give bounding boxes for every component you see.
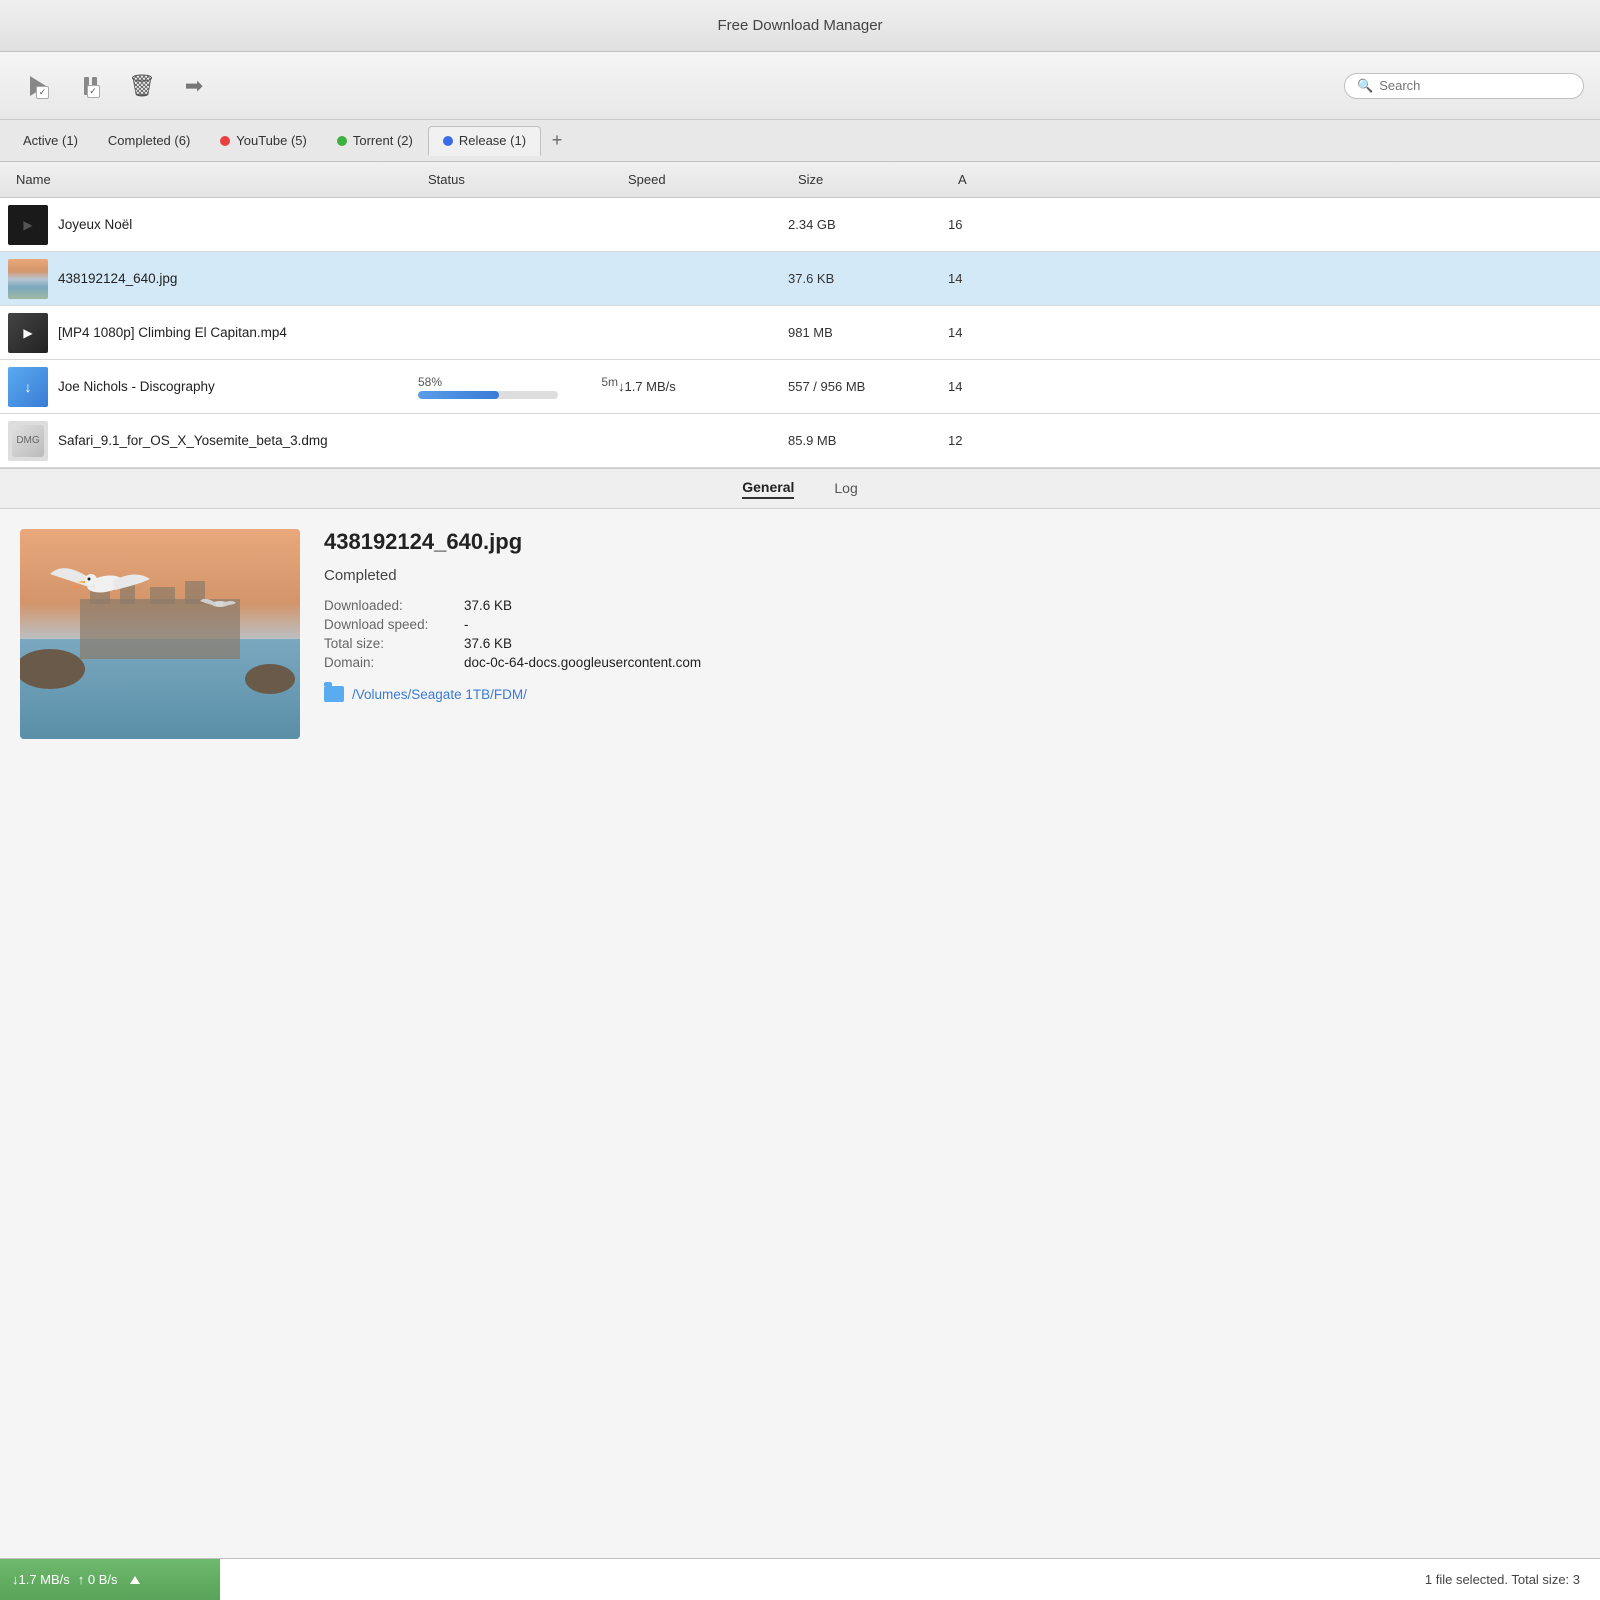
table-row[interactable]: ▶ Joyeux Noël 2.34 GB 16 (0, 198, 1600, 252)
trash-icon: 🗑 (128, 73, 156, 99)
row-thumbnail (8, 259, 48, 299)
tab-completed[interactable]: Completed (6) (93, 126, 205, 156)
seagull-image (20, 529, 300, 739)
detail-meta: Downloaded: 37.6 KB Download speed: - To… (324, 598, 1580, 670)
dmg-icon: DMG (12, 425, 44, 457)
pause-button[interactable]: ✓ (68, 64, 112, 108)
detail-status: Completed (324, 567, 1580, 584)
row-size: 2.34 GB (788, 217, 948, 232)
row-added: 12 (948, 433, 1028, 448)
domain-value: doc-0c-64-docs.googleusercontent.com (464, 655, 1580, 670)
torrent-dot (337, 136, 347, 146)
row-size: 37.6 KB (788, 271, 948, 286)
tab-active[interactable]: Active (1) (8, 126, 93, 156)
detail-content: 438192124_640.jpg Completed Downloaded: … (0, 509, 1600, 1558)
play-button[interactable]: ✓ (16, 64, 60, 108)
row-filename: Joe Nichols - Discography (58, 379, 418, 394)
col-header-status: Status (428, 172, 628, 187)
table-row[interactable]: 438192124_640.jpg 37.6 KB 14 (0, 252, 1600, 306)
table-row[interactable]: ↓ Joe Nichols - Discography 58% 5m ↓1.7 … (0, 360, 1600, 414)
row-size: 85.9 MB (788, 433, 948, 448)
detail-preview-image (20, 529, 300, 739)
domain-label: Domain: (324, 655, 464, 670)
row-filename: [MP4 1080p] Climbing El Capitan.mp4 (58, 325, 418, 340)
tabs-bar: Active (1) Completed (6) YouTube (5) Tor… (0, 120, 1600, 162)
row-size: 981 MB (788, 325, 948, 340)
tab-general[interactable]: General (742, 479, 794, 499)
row-thumbnail: ▶ (8, 313, 48, 353)
tab-release-label: Release (1) (459, 133, 526, 148)
col-header-name: Name (8, 172, 428, 187)
tab-youtube[interactable]: YouTube (5) (205, 126, 322, 156)
window-title: Free Download Manager (717, 17, 882, 34)
search-box[interactable]: 🔍 (1344, 73, 1584, 99)
row-thumbnail: ▶ (8, 205, 48, 245)
download-list: ▶ Joyeux Noël 2.34 GB 16 438192124_640.j… (0, 198, 1600, 468)
toolbar: ✓ ✓ 🗑 ➡ 🔍 (0, 52, 1600, 120)
tab-completed-label: Completed (6) (108, 133, 190, 148)
row-size: 557 / 956 MB (788, 379, 948, 394)
status-bar: ↓1.7 MB/s ↑ 0 B/s 1 file selected. Total… (0, 1558, 1600, 1600)
release-dot (443, 136, 453, 146)
detail-pane: General Log (0, 468, 1600, 1558)
folder-link[interactable]: /Volumes/Seagate 1TB/FDM/ (324, 686, 1580, 702)
download-speed: ↓1.7 MB/s (12, 1572, 70, 1587)
size-value: 37.6 KB (464, 636, 1580, 651)
row-added: 14 (948, 325, 1028, 340)
title-bar: Free Download Manager (0, 0, 1600, 52)
table-header: Name Status Speed Size A (0, 162, 1600, 198)
status-speed-panel: ↓1.7 MB/s ↑ 0 B/s (0, 1559, 220, 1600)
search-icon: 🔍 (1357, 78, 1373, 94)
row-status: 58% 5m (418, 375, 618, 399)
add-tab-button[interactable]: + (545, 129, 569, 153)
tab-release[interactable]: Release (1) (428, 126, 541, 156)
row-filename: Joyeux Noël (58, 217, 418, 232)
tab-active-label: Active (1) (23, 133, 78, 148)
progress-fill (418, 391, 499, 399)
row-speed: ↓1.7 MB/s (618, 379, 788, 394)
selection-text: 1 file selected. Total size: 3 (1425, 1572, 1580, 1587)
downloaded-label: Downloaded: (324, 598, 464, 613)
col-header-added: A (958, 172, 1038, 187)
col-header-size: Size (798, 172, 958, 187)
col-header-speed: Speed (628, 172, 798, 187)
row-added: 14 (948, 379, 1028, 394)
move-button[interactable]: ➡ (172, 64, 216, 108)
seagull-svg (20, 529, 300, 739)
delete-button[interactable]: 🗑 (120, 64, 164, 108)
progress-percent: 58% (418, 375, 442, 389)
upload-speed: ↑ 0 B/s (78, 1572, 118, 1587)
play-check-icon: ✓ (36, 86, 49, 99)
chevron-up-icon[interactable] (130, 1576, 140, 1584)
youtube-dot (220, 136, 230, 146)
row-thumbnail: DMG (8, 421, 48, 461)
folder-path: /Volumes/Seagate 1TB/FDM/ (352, 687, 527, 702)
progress-time: 5m (601, 375, 618, 389)
speed-value: - (464, 617, 1580, 632)
detail-info: 438192124_640.jpg Completed Downloaded: … (324, 529, 1580, 1538)
status-selection-info: 1 file selected. Total size: 3 (220, 1572, 1600, 1587)
folder-icon (324, 686, 344, 702)
row-filename: Safari_9.1_for_OS_X_Yosemite_beta_3.dmg (58, 433, 418, 448)
row-added: 14 (948, 271, 1028, 286)
downloaded-value: 37.6 KB (464, 598, 1580, 613)
move-icon: ➡ (185, 73, 203, 99)
tab-torrent-label: Torrent (2) (353, 133, 413, 148)
detail-filename: 438192124_640.jpg (324, 529, 1580, 555)
row-added: 16 (948, 217, 1028, 232)
tab-torrent[interactable]: Torrent (2) (322, 126, 428, 156)
tab-log[interactable]: Log (834, 480, 857, 498)
app-window: Free Download Manager ✓ ✓ 🗑 ➡ (0, 0, 1600, 1600)
size-label: Total size: (324, 636, 464, 651)
speed-label: Download speed: (324, 617, 464, 632)
table-row[interactable]: ▶ [MP4 1080p] Climbing El Capitan.mp4 98… (0, 306, 1600, 360)
row-filename: 438192124_640.jpg (58, 271, 418, 286)
detail-tabs: General Log (0, 469, 1600, 509)
row-thumbnail: ↓ (8, 367, 48, 407)
tab-youtube-label: YouTube (5) (236, 133, 307, 148)
search-input[interactable] (1379, 78, 1571, 93)
progress-bar (418, 391, 558, 399)
pause-check-icon: ✓ (87, 85, 100, 98)
table-row[interactable]: DMG Safari_9.1_for_OS_X_Yosemite_beta_3.… (0, 414, 1600, 468)
